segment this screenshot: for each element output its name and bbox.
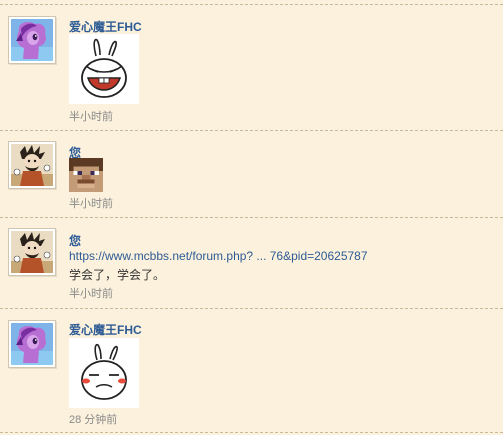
timestamp: 28 分钟前	[69, 414, 118, 426]
purple-pony-avatar-icon	[11, 19, 53, 61]
avatar[interactable]	[8, 320, 56, 368]
author-name[interactable]: 爱心魔王FHC	[69, 18, 142, 35]
notification-feed: 爱心魔王FHC 半小时前 您 半小时前 您 https://www.mcbbs.…	[0, 0, 503, 435]
divider	[0, 217, 503, 218]
wilson-character-avatar-icon	[11, 231, 53, 273]
avatar[interactable]	[8, 228, 56, 276]
author-name[interactable]: 您	[69, 232, 81, 249]
avatar[interactable]	[8, 16, 56, 64]
divider	[0, 130, 503, 131]
minecraft-face-sticker-icon	[69, 158, 103, 192]
post-link[interactable]: https://www.mcbbs.net/forum.php? ... 76&…	[69, 249, 368, 263]
author-name[interactable]: 爱心魔王FHC	[69, 321, 142, 338]
comment-text: 学会了，学会了。	[69, 268, 166, 282]
avatar[interactable]	[8, 141, 56, 189]
wilson-character-avatar-icon	[11, 144, 53, 186]
rabbit-laughing-sticker-icon	[69, 34, 139, 104]
sticker	[69, 34, 139, 104]
rabbit-blushing-sticker-icon	[69, 338, 139, 408]
purple-pony-avatar-icon	[11, 323, 53, 365]
divider	[0, 4, 503, 5]
sticker	[69, 338, 139, 408]
timestamp: 半小时前	[69, 288, 113, 300]
sticker	[69, 158, 103, 192]
timestamp: 半小时前	[69, 111, 113, 123]
timestamp: 半小时前	[69, 198, 113, 210]
divider	[0, 308, 503, 309]
divider	[0, 432, 503, 433]
